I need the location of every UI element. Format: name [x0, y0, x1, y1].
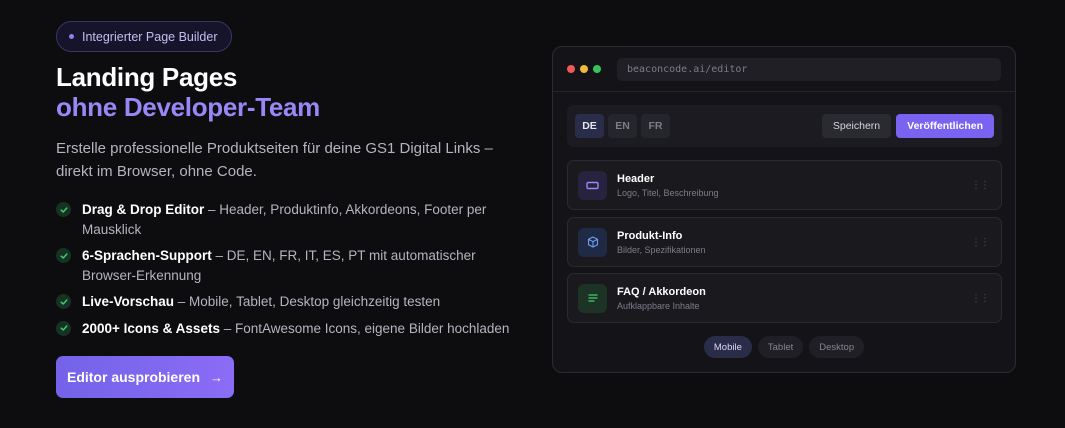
- language-tab-fr[interactable]: FR: [641, 114, 670, 138]
- close-dot-icon: [567, 65, 575, 73]
- try-editor-button[interactable]: Editor ausprobieren →: [56, 356, 234, 398]
- feature-title: Live-Vorschau: [82, 294, 175, 309]
- device-tab-tablet[interactable]: Tablet: [757, 336, 804, 358]
- check-icon: [56, 202, 71, 217]
- feature-list: Drag & Drop Editor – Header, Produktinfo…: [56, 200, 516, 338]
- feature-title: Drag & Drop Editor: [82, 202, 205, 217]
- device-tab-desktop[interactable]: Desktop: [809, 336, 865, 358]
- block-product-info[interactable]: Produkt-Info Bilder, Spezifikationen ⋮⋮: [567, 217, 1002, 267]
- feature-description: – FontAwesome Icons, eigene Bilder hochl…: [219, 320, 510, 336]
- feature-item: Live-Vorschau – Mobile, Tablet, Desktop …: [56, 292, 516, 312]
- hero-lead-line-1: Erstelle professionelle Produktseiten fü…: [56, 140, 493, 157]
- window-titlebar: beaconcode.ai/editor: [553, 47, 1015, 92]
- check-icon: [56, 294, 71, 309]
- block-subtitle: Logo, Titel, Beschreibung: [617, 187, 719, 198]
- device-tab-mobile[interactable]: Mobile: [703, 336, 752, 358]
- publish-button[interactable]: Veröffentlichen: [896, 114, 994, 138]
- feature-item: 6-Sprachen-Support – DE, EN, FR, IT, ES,…: [56, 246, 516, 285]
- editor-preview-window: beaconcode.ai/editor DE EN FR Speichern …: [552, 46, 1016, 373]
- badge-label: Integrierter Page Builder: [82, 29, 218, 44]
- drag-handle-icon[interactable]: ⋮⋮: [971, 237, 990, 248]
- hero-title-accent: ohne Developer-Team: [56, 92, 320, 122]
- editor-toolbar: DE EN FR Speichern Veröffentlichen: [567, 105, 1002, 147]
- save-button[interactable]: Speichern: [821, 114, 892, 138]
- hero-lead: Erstelle professionelle Produktseiten fü…: [56, 137, 526, 183]
- block-faq-accordion[interactable]: FAQ / Akkordeon Aufklappbare Inhalte ⋮⋮: [567, 273, 1002, 323]
- hero-title: Landing Pages: [56, 62, 238, 92]
- block-header[interactable]: Header Logo, Titel, Beschreibung ⋮⋮: [567, 160, 1002, 210]
- block-title: Header: [617, 172, 655, 185]
- feature-badge: Integrierter Page Builder: [56, 21, 232, 52]
- hero-lead-line-2: direkt im Browser, ohne Code.: [56, 163, 257, 180]
- feature-text: Live-Vorschau – Mobile, Tablet, Desktop …: [82, 292, 440, 312]
- layout-header-icon: [578, 170, 607, 200]
- try-editor-label: Editor ausprobieren: [66, 369, 201, 385]
- block-title: Produkt-Info: [617, 229, 683, 242]
- drag-handle-icon[interactable]: ⋮⋮: [971, 180, 990, 191]
- feature-item: 2000+ Icons & Assets – FontAwesome Icons…: [56, 319, 516, 339]
- block-subtitle: Aufklappbare Inhalte: [617, 300, 700, 311]
- maximize-dot-icon: [593, 65, 601, 73]
- address-bar[interactable]: beaconcode.ai/editor: [617, 57, 1001, 81]
- language-tab-de[interactable]: DE: [575, 114, 604, 138]
- arrow-right-icon: →: [210, 369, 224, 385]
- cube-icon: [578, 227, 607, 257]
- drag-handle-icon[interactable]: ⋮⋮: [971, 293, 990, 304]
- language-tab-en[interactable]: EN: [608, 114, 637, 138]
- block-title: FAQ / Akkordeon: [617, 285, 706, 298]
- dot-icon: [69, 34, 74, 39]
- device-switcher: Mobile Tablet Desktop: [553, 336, 1015, 358]
- feature-description: – Mobile, Tablet, Desktop gleichzeitig t…: [174, 294, 441, 309]
- feature-title: 2000+ Icons & Assets: [82, 320, 220, 336]
- feature-item: Drag & Drop Editor – Header, Produktinfo…: [56, 200, 516, 239]
- feature-text: 2000+ Icons & Assets – FontAwesome Icons…: [82, 319, 509, 339]
- feature-text: 6-Sprachen-Support – DE, EN, FR, IT, ES,…: [82, 246, 516, 285]
- feature-title: 6-Sprachen-Support: [82, 248, 212, 263]
- minimize-dot-icon: [580, 65, 588, 73]
- check-icon: [56, 248, 71, 263]
- feature-text: Drag & Drop Editor – Header, Produktinfo…: [82, 200, 516, 239]
- check-icon: [56, 320, 71, 336]
- list-icon: [578, 283, 607, 313]
- block-subtitle: Bilder, Spezifikationen: [617, 244, 706, 255]
